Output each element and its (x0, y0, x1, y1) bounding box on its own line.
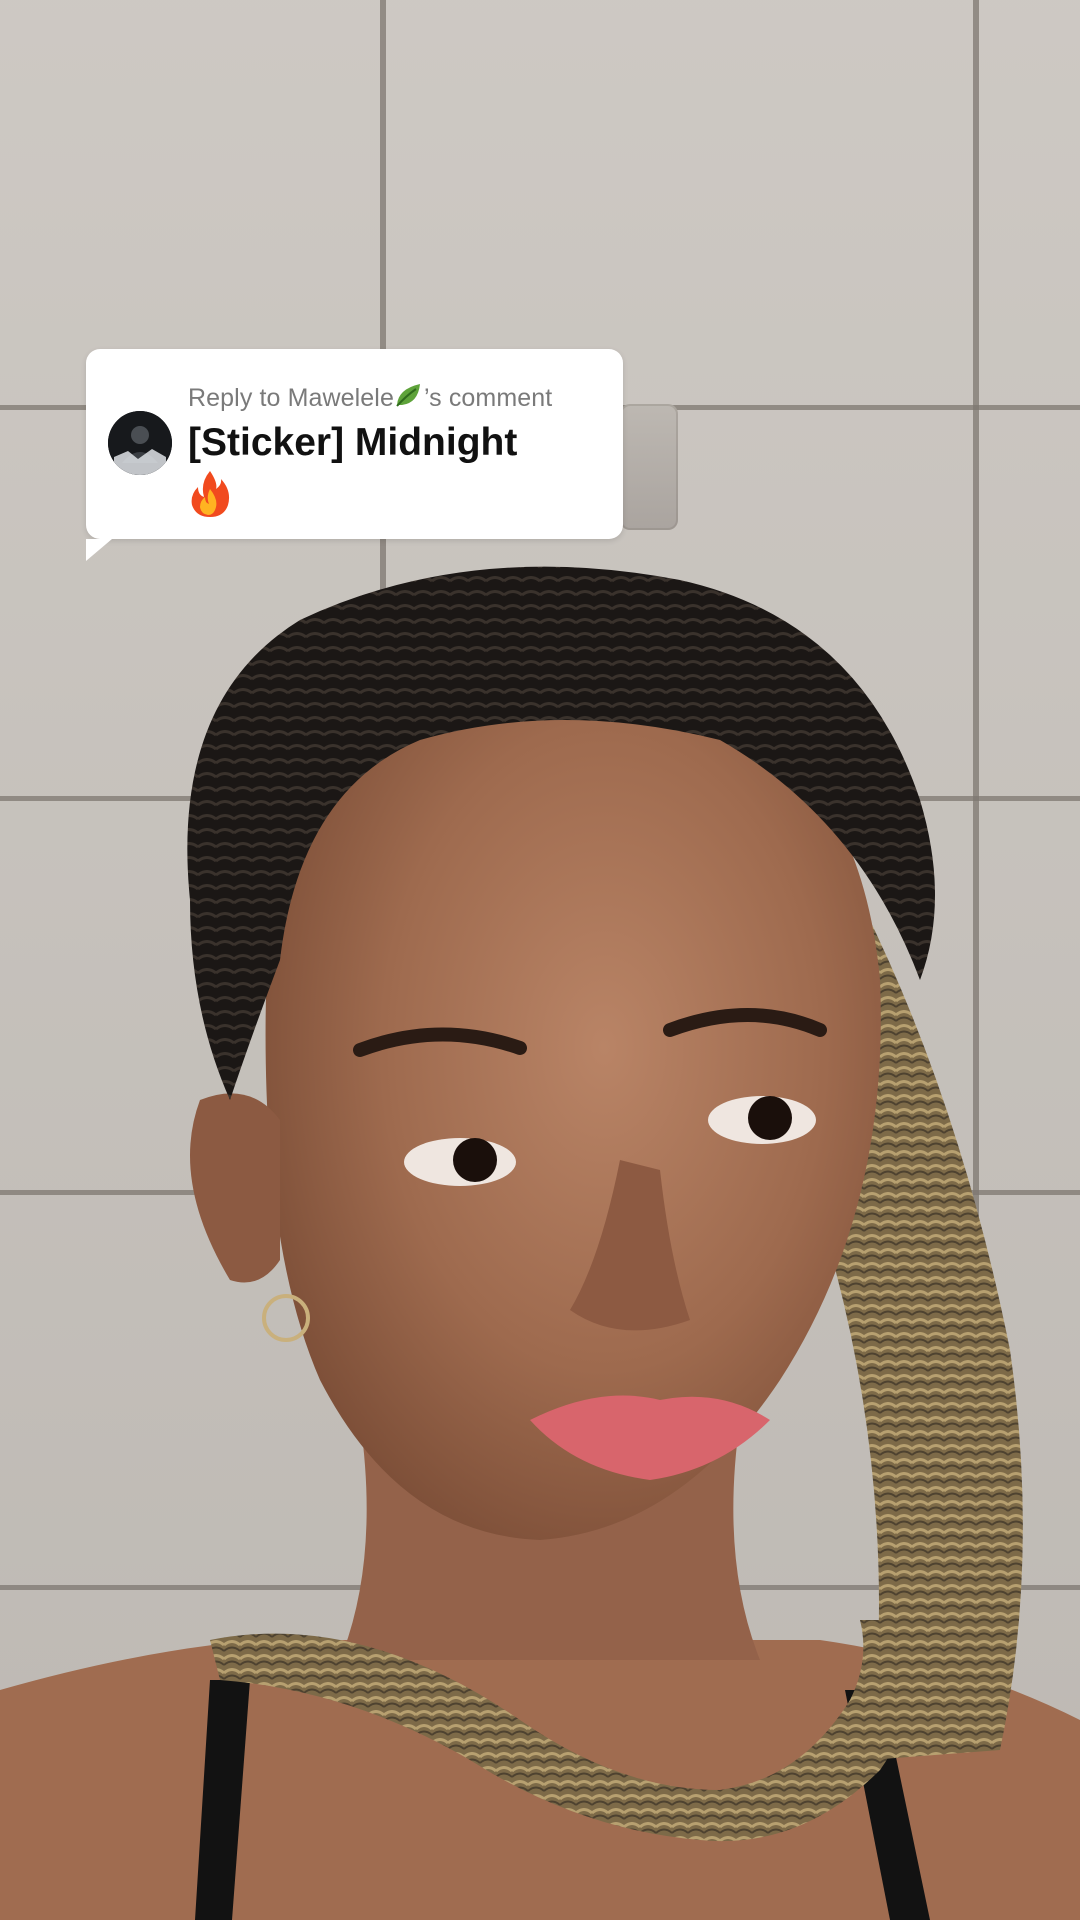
reply-comment-sticker[interactable]: Reply to Mawelele ’s comment [Sticker] Mi… (86, 349, 623, 561)
video-frame[interactable]: Reply to Mawelele ’s comment [Sticker] Mi… (0, 0, 1080, 1920)
reply-header: Reply to Mawelele ’s comment (188, 381, 552, 416)
fire-emoji-icon (188, 469, 232, 531)
leaf-emoji-icon (394, 381, 424, 416)
reply-comment-text: [Sticker] Midnight (188, 419, 588, 531)
avatar-image (108, 411, 172, 475)
bubble-tail (86, 539, 112, 561)
person-in-video (0, 566, 1080, 1920)
reply-suffix: ’s comment (423, 384, 553, 412)
reply-username[interactable]: Mawelele (288, 384, 394, 412)
comment-text: [Sticker] Midnight (188, 421, 518, 464)
reply-prefix: Reply to (188, 384, 288, 412)
user-avatar[interactable] (108, 411, 172, 475)
